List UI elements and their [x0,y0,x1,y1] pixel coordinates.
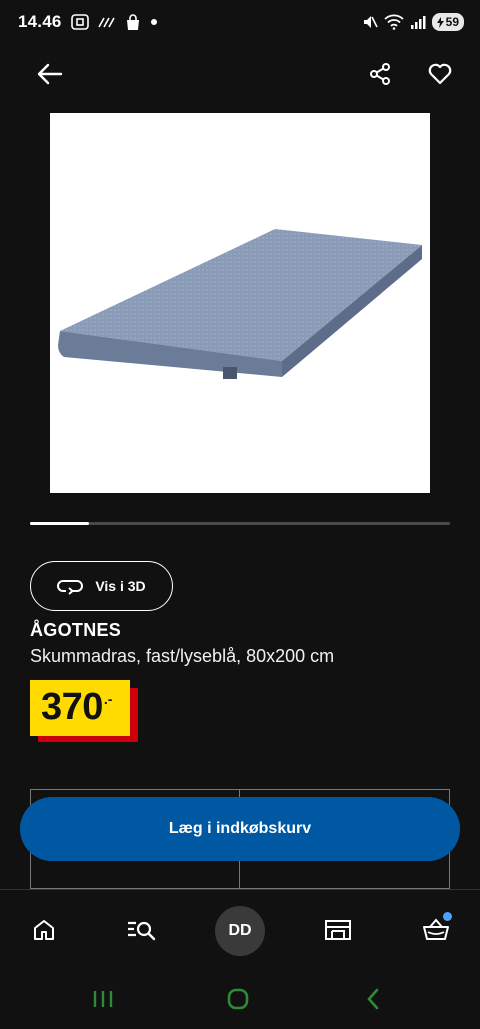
back-system-button[interactable] [358,985,388,1013]
battery-level: 59 [445,15,459,29]
chevron-left-icon [367,988,379,1010]
recent-apps-button[interactable] [88,985,118,1013]
heart-icon [428,63,452,85]
basket-notification-dot [443,912,452,921]
price-suffix: .- [103,691,113,707]
signal-icon [410,15,426,29]
home-system-button[interactable] [223,985,253,1013]
view-3d-label: Vis i 3D [95,578,146,594]
wifi-icon [384,14,404,30]
bottom-navigation: DD [0,889,480,969]
rotate-3d-icon [57,580,84,595]
system-navigation-bar [0,969,480,1029]
share-icon [370,63,390,85]
status-time: 14.46 [18,12,62,31]
favorite-button[interactable] [426,60,454,88]
product-name: ÅGOTNES [30,620,122,640]
carousel-progress [30,522,450,525]
view-3d-button[interactable]: Vis i 3D [30,561,173,611]
nav-home[interactable] [22,908,66,952]
screenshot-icon [70,14,89,30]
nav-stores[interactable] [316,908,360,952]
nav-profile-avatar[interactable]: DD [215,906,265,956]
product-image[interactable] [50,113,430,493]
shopping-bag-icon [125,13,141,31]
status-right: 59 [362,13,464,31]
price-amount: 370 [41,686,103,728]
app-bar [0,52,480,94]
price-tag: 370 .- [30,680,142,744]
status-bar: 14.46 59 [0,0,480,44]
back-button[interactable] [36,60,64,88]
battery-indicator: 59 [431,13,464,31]
share-button[interactable] [366,60,394,88]
recent-apps-icon [93,991,113,1007]
arrow-left-icon [37,63,63,85]
mute-icon [362,14,378,30]
carousel-progress-fill [30,522,89,525]
nav-search[interactable] [119,908,163,952]
nav-basket[interactable] [414,908,458,952]
data-saver-icon [97,15,116,29]
home-icon [34,920,54,940]
search-list-icon [128,921,156,941]
notification-dot-icon [150,18,158,26]
mattress-image [58,229,422,379]
product-description: Skummadras, fast/lyseblå, 80x200 cm [30,646,335,666]
basket-icon [423,918,449,940]
store-icon [325,920,351,940]
price-tag-face: 370 .- [30,680,130,736]
status-left: 14.46 [18,12,158,32]
add-to-cart-button[interactable]: Læg i indkøbskurv [20,797,460,861]
charging-icon [436,16,444,28]
home-circle-icon [227,988,249,1010]
